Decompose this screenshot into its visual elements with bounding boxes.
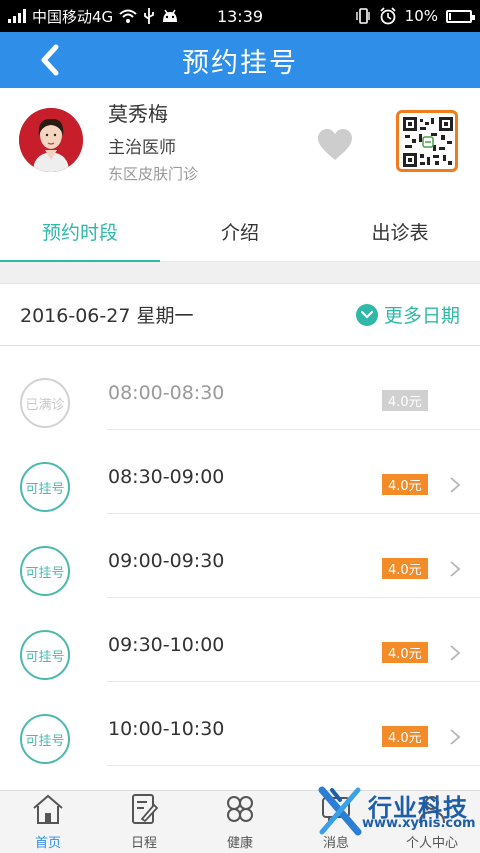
usb-icon (144, 8, 155, 24)
watermark-logo-icon (318, 786, 362, 836)
slot-time: 09:00-09:30 (108, 550, 225, 572)
more-dates-label: 更多日期 (383, 305, 460, 327)
chevron-right-icon (450, 561, 461, 577)
slot-time: 10:00-10:30 (108, 718, 225, 740)
tab-bar: 预约时段 介绍 出诊表 (0, 202, 480, 262)
slot-time: 09:30-10:00 (108, 634, 225, 656)
qr-code-button[interactable] (396, 110, 458, 172)
section-divider (0, 262, 480, 284)
favorite-button[interactable] (316, 128, 354, 162)
chevron-down-icon (355, 303, 378, 326)
watermark: 行业科技 www.xyhis.com (318, 786, 480, 836)
selected-date: 2016-06-27 星期一 (20, 305, 194, 327)
slot-status-badge: 已满诊 (20, 378, 70, 428)
wifi-icon (119, 9, 137, 23)
nav-health[interactable]: 健康 (192, 791, 288, 853)
back-button[interactable] (28, 40, 72, 80)
tab-introduction[interactable]: 介绍 (160, 202, 320, 261)
tab-schedule-slots[interactable]: 预约时段 (0, 202, 160, 262)
slot-status-badge: 可挂号 (20, 462, 70, 512)
alarm-icon (380, 7, 396, 25)
chevron-right-icon (450, 645, 461, 661)
time-slot-row[interactable]: 可挂号 09:00-09:30 4.0元 (0, 514, 480, 598)
status-bar: 中国移动4G 13:39 10% (0, 0, 480, 32)
time-slot-list: 已满诊 08:00-08:30 4.0元 可挂号 08:30-09:00 4.0… (0, 346, 480, 766)
home-icon (33, 794, 63, 824)
nav-label: 健康 (226, 836, 253, 851)
slot-status-badge: 可挂号 (20, 546, 70, 596)
nav-schedule[interactable]: 日程 (96, 791, 192, 853)
slot-price: 4.0元 (382, 390, 428, 411)
slot-time: 08:30-09:00 (108, 466, 225, 488)
doctor-avatar (19, 108, 83, 172)
doctor-title: 主治医师 (108, 138, 176, 158)
qr-code-icon (403, 117, 453, 167)
nav-home[interactable]: 首页 (0, 791, 96, 853)
slot-status-badge: 可挂号 (20, 630, 70, 680)
time-slot-row[interactable]: 可挂号 08:30-09:00 4.0元 (0, 430, 480, 514)
doctor-department: 东区皮肤门诊 (108, 165, 199, 183)
vibrate-icon (355, 8, 370, 24)
time-slot-row: 已满诊 08:00-08:30 4.0元 (0, 346, 480, 430)
nav-label: 日程 (130, 836, 157, 851)
schedule-icon (132, 794, 159, 824)
time-slot-row[interactable]: 可挂号 10:00-10:30 4.0元 (0, 682, 480, 766)
chevron-left-icon (41, 44, 59, 76)
app-header: 预约挂号 (0, 32, 480, 88)
slot-price: 4.0元 (382, 558, 428, 579)
slot-status-badge: 可挂号 (20, 714, 70, 764)
nav-label: 首页 (34, 836, 61, 851)
battery-percent: 10% (404, 7, 438, 25)
more-dates-button[interactable]: 更多日期 (355, 301, 460, 328)
slot-price: 4.0元 (382, 474, 428, 495)
tab-clinic-timetable[interactable]: 出诊表 (320, 202, 480, 261)
carrier-label: 中国移动4G (32, 7, 114, 26)
doctor-name: 莫秀梅 (108, 102, 168, 126)
page-title: 预约挂号 (182, 47, 298, 79)
signal-icon (8, 9, 26, 23)
chevron-right-icon (450, 729, 461, 745)
slot-price: 4.0元 (382, 642, 428, 663)
time-slot-row[interactable]: 可挂号 09:30-10:00 4.0元 (0, 598, 480, 682)
slot-time: 08:00-08:30 (108, 382, 225, 404)
watermark-url: www.xyhis.com (362, 816, 476, 831)
android-icon (163, 9, 178, 22)
heart-icon (318, 129, 352, 160)
health-icon (227, 796, 253, 822)
date-bar: 2016-06-27 星期一 更多日期 (0, 284, 480, 346)
battery-icon (446, 9, 475, 23)
slot-price: 4.0元 (382, 726, 428, 747)
chevron-right-icon (450, 477, 461, 493)
doctor-card: 莫秀梅 主治医师 东区皮肤门诊 (0, 88, 480, 202)
